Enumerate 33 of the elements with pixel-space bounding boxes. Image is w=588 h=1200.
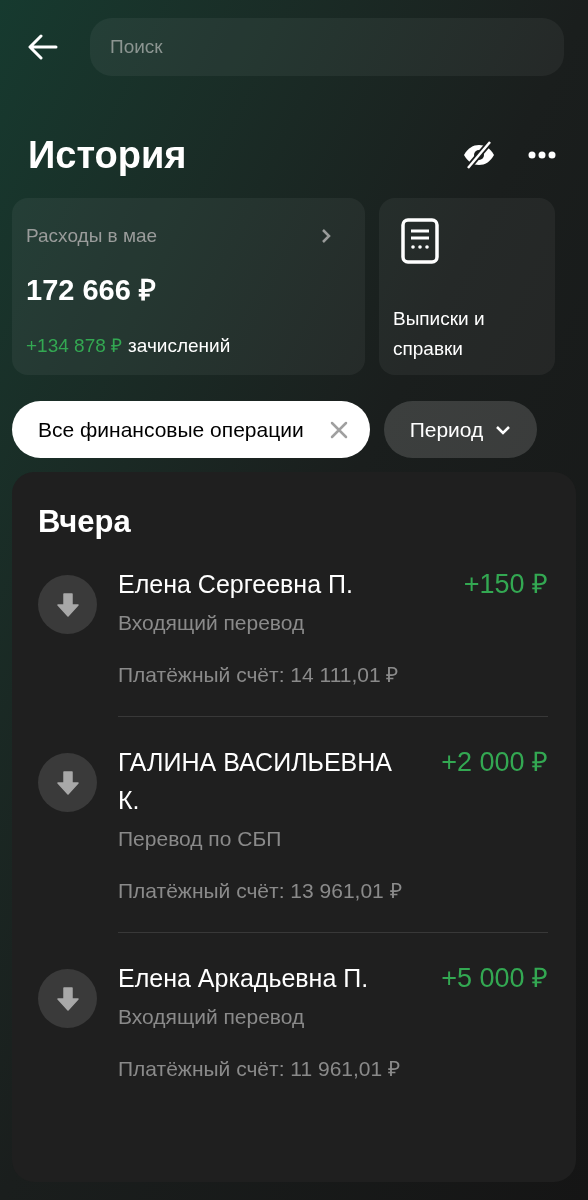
filter-chip[interactable]: Период (383, 401, 538, 458)
chevron-down-icon (495, 424, 512, 435)
card-label: Выписки и справки (393, 307, 486, 361)
down-arrow-icon (56, 986, 79, 1011)
chevron-right-icon (321, 228, 331, 245)
section-title: Вчера (38, 506, 132, 537)
down-arrow-icon (56, 592, 79, 617)
down-arrow-icon (56, 770, 79, 795)
transaction-type: Перевод по СБП (118, 826, 283, 852)
transaction-type: Входящий перевод (118, 1004, 306, 1030)
account-balance: Платёжный счёт: 13 961,01 ₽ (118, 877, 403, 904)
close-icon[interactable] (329, 420, 348, 439)
transaction-amount: +5 000 ₽ (441, 962, 548, 995)
transaction-amount: +2 000 ₽ (441, 746, 548, 779)
spending-amount: 172 666 ₽ (26, 272, 157, 308)
transaction-amount: +150 ₽ (463, 568, 548, 601)
statements-card[interactable]: Выписки и справки (379, 198, 555, 375)
document-icon (401, 218, 439, 264)
payer-name: Елена Аркадьевна П. (118, 963, 369, 994)
hidden-eye-icon[interactable] (462, 141, 496, 169)
account-balance: Платёжный счёт: 14 111,01 ₽ (118, 661, 400, 688)
income-amount: +134 878 ₽ (26, 334, 123, 358)
page-title: История (28, 136, 188, 174)
back-icon[interactable] (28, 34, 58, 60)
filter-chip[interactable]: Все финансовые операции (12, 401, 370, 458)
more-icon[interactable] (528, 151, 556, 159)
income-label: зачислений (128, 334, 231, 358)
account-balance: Платёжный счёт: 11 961,01 ₽ (118, 1055, 402, 1082)
payer-name: Елена Сергеевна П. (118, 569, 353, 600)
spending-card[interactable]: Расходы в мае 172 666 ₽ +134 878 ₽ зачислений (12, 198, 365, 375)
payer-name: ГАЛИНА ВАСИЛЬЕВНА К. (118, 747, 394, 816)
transaction-type: Входящий перевод (118, 610, 306, 636)
card-label: Расходы в мае (26, 224, 159, 248)
